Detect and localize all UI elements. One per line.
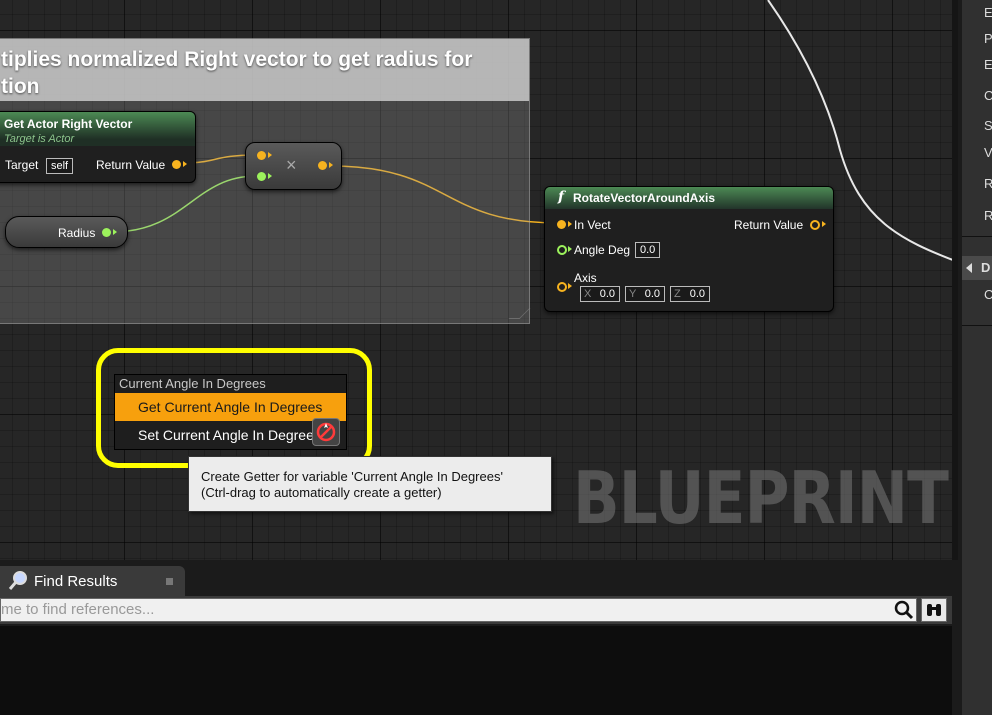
axis-label: Axis xyxy=(574,271,597,285)
return-value-pin[interactable] xyxy=(172,160,181,169)
in-vect-label: In Vect xyxy=(574,218,611,232)
return-value-label: Return Value xyxy=(96,158,166,172)
angle-deg-field[interactable]: 0.0 xyxy=(635,242,661,258)
node-rotate-vector-around-axis[interactable]: f RotateVectorAroundAxis In Vect Return … xyxy=(544,186,834,312)
tab-label: Find Results xyxy=(34,573,118,590)
details-item[interactable]: P xyxy=(984,31,992,46)
axis-z-value: 0.0 xyxy=(689,288,705,300)
node-subtitle: Target is Actor xyxy=(4,133,75,145)
node-header: Get Actor Right Vector Target is Actor xyxy=(0,112,195,146)
comment-line-1: tiplies normalized Right vector to get r… xyxy=(1,48,473,71)
radius-label: Radius xyxy=(58,226,96,240)
no-drop-cursor-icon xyxy=(312,418,340,446)
axis-y-label: Y xyxy=(629,288,637,300)
menu-item-get[interactable]: Get Current Angle In Degrees xyxy=(115,393,346,421)
node-get-actor-right-vector[interactable]: Get Actor Right Vector Target is Actor T… xyxy=(0,111,196,183)
find-results-list[interactable] xyxy=(0,626,952,715)
binoculars-icon[interactable] xyxy=(921,598,947,622)
details-item[interactable]: C xyxy=(984,287,992,302)
axis-z-label: Z xyxy=(674,288,681,300)
tooltip-line-2: (Ctrl-drag to automatically create a get… xyxy=(201,485,442,500)
comment-line-2: tion xyxy=(1,75,40,98)
details-separator xyxy=(962,236,992,237)
axis-y-field[interactable]: Y 0.0 xyxy=(625,286,665,302)
target-value-field[interactable]: self xyxy=(46,158,74,174)
axis-y-value: 0.0 xyxy=(644,288,660,300)
target-label: Target xyxy=(5,158,39,172)
details-separator xyxy=(962,325,992,326)
angle-deg-pin[interactable] xyxy=(557,245,567,255)
menu-header: Current Angle In Degrees xyxy=(119,376,266,391)
details-item[interactable]: E xyxy=(984,5,992,20)
in-vect-pin[interactable] xyxy=(557,220,566,229)
no-drop-glyph xyxy=(316,422,336,442)
tab-close-dot[interactable] xyxy=(166,578,173,585)
multiply-symbol: × xyxy=(286,155,297,175)
pin-arrow xyxy=(268,152,272,158)
pin-arrow xyxy=(568,221,572,227)
pin-arrow xyxy=(568,283,572,289)
return-value-pin[interactable] xyxy=(810,220,820,230)
node-radius-variable[interactable]: Radius xyxy=(5,216,128,248)
tooltip-line-1: Create Getter for variable 'Current Angl… xyxy=(201,469,503,484)
pin-arrow xyxy=(268,173,272,179)
pin-arrow xyxy=(329,162,333,168)
graph-border xyxy=(952,0,958,560)
axis-z-field[interactable]: Z 0.0 xyxy=(670,286,710,302)
axis-x-label: X xyxy=(584,288,592,300)
details-item[interactable]: S xyxy=(984,118,992,133)
find-search-input[interactable]: me to find references... xyxy=(0,598,917,622)
multiply-input-b-pin[interactable] xyxy=(257,172,266,181)
binoculars-glyph xyxy=(927,604,941,616)
axis-x-field[interactable]: X 0.0 xyxy=(580,286,620,302)
details-panel[interactable]: E P E C S V R R D C xyxy=(962,0,992,715)
radius-output-pin[interactable] xyxy=(102,228,111,237)
multiply-output-pin[interactable] xyxy=(318,161,327,170)
node-multiply[interactable]: × xyxy=(245,142,342,190)
return-value-label: Return Value xyxy=(734,218,804,232)
details-section-header[interactable]: D xyxy=(962,256,992,280)
pin-arrow xyxy=(568,246,572,252)
magnifier-icon xyxy=(8,571,27,590)
tab-find-results[interactable]: Find Results xyxy=(0,566,185,596)
pin-arrow xyxy=(822,221,826,227)
blueprint-graph[interactable]: BLUEPRINT tiplies normalized Right vecto… xyxy=(0,0,958,560)
axis-pin[interactable] xyxy=(557,282,567,292)
pin-arrow xyxy=(113,229,117,235)
details-item[interactable]: E xyxy=(984,57,992,72)
comment-text: tiplies normalized Right vector to get r… xyxy=(1,46,521,100)
axis-x-value: 0.0 xyxy=(599,288,615,300)
node-title: RotateVectorAroundAxis xyxy=(573,191,716,205)
pin-arrow xyxy=(183,161,187,167)
multiply-input-a-pin[interactable] xyxy=(257,151,266,160)
angle-deg-label: Angle Deg xyxy=(574,243,631,257)
tooltip: Create Getter for variable 'Current Angl… xyxy=(188,456,552,512)
node-header: f RotateVectorAroundAxis xyxy=(545,187,833,209)
details-section-title: D xyxy=(981,260,991,275)
details-item[interactable]: R xyxy=(984,176,992,191)
node-title: Get Actor Right Vector xyxy=(4,117,133,131)
find-search-row: me to find references... xyxy=(0,596,952,624)
details-item[interactable]: V xyxy=(984,145,992,160)
find-results-tabbar: Find Results xyxy=(0,563,958,596)
collapse-arrow-icon xyxy=(966,263,972,273)
search-icon[interactable] xyxy=(893,599,915,621)
details-item[interactable]: R xyxy=(984,208,992,223)
function-icon: f xyxy=(558,189,565,205)
details-item[interactable]: C xyxy=(984,88,992,103)
comment-resize-grip[interactable] xyxy=(508,308,531,319)
